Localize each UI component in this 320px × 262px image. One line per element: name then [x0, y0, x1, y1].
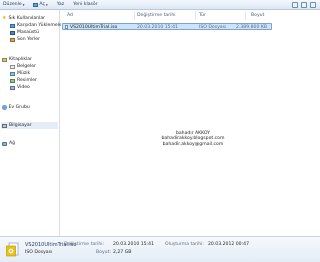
homegroup-icon: [2, 105, 7, 110]
videos-icon: [10, 85, 15, 90]
nav-recent-label: Son Yerler: [17, 37, 40, 42]
help-icon[interactable]: [310, 2, 316, 8]
nav-recent[interactable]: Son Yerler: [10, 37, 40, 42]
column-separator[interactable]: [134, 11, 135, 20]
open-label: Aç: [39, 2, 45, 7]
file-type: ISO Dosyası: [199, 24, 227, 30]
nav-videos[interactable]: Video: [10, 85, 30, 90]
computer-icon: [2, 123, 7, 128]
file-name: VS2010UltimTrial.iso: [70, 24, 118, 30]
column-separator[interactable]: [245, 11, 246, 20]
nav-computer[interactable]: Bilgisayar: [2, 123, 32, 128]
burn-button[interactable]: Yaz: [57, 2, 64, 7]
desktop-icon: [10, 30, 15, 35]
navigation-pane: ★ Sık Kullanılanlar Karşıdan Yüklemeler …: [0, 10, 64, 236]
view-options-icon[interactable]: [292, 2, 298, 8]
nav-pictures[interactable]: Resimler: [10, 78, 37, 83]
open-icon: [33, 2, 39, 7]
column-header-type[interactable]: Tür: [199, 13, 206, 18]
open-button[interactable]: Aç ▾: [33, 2, 48, 7]
nav-desktop[interactable]: Masaüstü: [10, 30, 39, 35]
nav-documents[interactable]: Belgeler: [10, 64, 36, 69]
details-modified-label: Değiştirme tarihi:: [64, 242, 105, 247]
command-bar: Düzenle ▾ Aç ▾ Yaz Yeni klasör: [0, 0, 320, 10]
nav-documents-label: Belgeler: [17, 64, 36, 69]
nav-desktop-label: Masaüstü: [17, 30, 40, 35]
nav-downloads[interactable]: Karşıdan Yüklemeler: [10, 23, 64, 28]
nav-music-label: Müzik: [17, 71, 31, 76]
nav-pictures-label: Resimler: [17, 78, 37, 83]
pictures-icon: [10, 78, 15, 83]
nav-libraries-label: Kitaplıklar: [9, 57, 33, 62]
details-file-type: ISO Dosyası: [25, 250, 53, 255]
chevron-down-icon: ▾: [46, 2, 48, 7]
iso-file-icon: [64, 24, 68, 29]
network-icon: [2, 141, 7, 146]
file-row[interactable]: VS2010UltimTrial.iso 20.03.2010 15:41 IS…: [62, 23, 272, 30]
column-header-date[interactable]: Değiştirme tarihi: [137, 13, 176, 18]
file-date: 20.03.2010 15:41: [137, 24, 179, 30]
file-size: 2.389.800 KB: [236, 24, 268, 30]
chevron-down-icon: ▾: [22, 2, 25, 7]
nav-homegroup[interactable]: Ev Grubu: [2, 105, 30, 110]
recent-places-icon: [10, 37, 15, 42]
watermark-email: bahadir.akkoy@gmail.com: [162, 141, 224, 147]
new-folder-label: Yeni klasör: [73, 2, 98, 7]
toolbar-right-icons: [292, 2, 316, 8]
details-created-value: 20.03.2012 00:47: [208, 242, 250, 247]
nav-favorites[interactable]: ★ Sık Kullanılanlar: [2, 15, 46, 22]
burn-label: Yaz: [56, 2, 65, 7]
nav-network[interactable]: Ağ: [2, 141, 15, 146]
documents-icon: [10, 64, 15, 69]
nav-network-label: Ağ: [9, 141, 16, 146]
iso-file-icon: [6, 242, 19, 257]
nav-videos-label: Video: [17, 85, 30, 90]
organize-menu[interactable]: Düzenle ▾: [3, 2, 24, 7]
watermark: bahadır AKKOY bahadirakkoy.blogspot.com …: [61, 131, 320, 147]
details-size-label: Boyut:: [96, 250, 111, 255]
file-list: Ad Değiştirme tarihi Tür Boyut VS2010Ult…: [61, 10, 320, 236]
column-header-name[interactable]: Ad: [67, 13, 73, 18]
downloads-folder-icon: [10, 23, 15, 28]
preview-pane-icon[interactable]: [301, 2, 307, 8]
details-pane: VS2010UltimTrial.iso ISO Dosyası Değişti…: [0, 236, 320, 262]
music-icon: [10, 71, 15, 76]
column-header-size[interactable]: Boyut: [251, 13, 264, 18]
nav-homegroup-label: Ev Grubu: [8, 105, 30, 110]
details-created-label: Oluşturma tarihi:: [165, 242, 204, 247]
nav-favorites-label: Sık Kullanılanlar: [8, 16, 46, 21]
new-folder-button[interactable]: Yeni klasör: [73, 2, 98, 7]
nav-computer-label: Bilgisayar: [9, 123, 32, 128]
libraries-icon: [2, 57, 7, 62]
nav-libraries[interactable]: Kitaplıklar: [2, 57, 32, 62]
organize-label: Düzenle: [3, 2, 22, 7]
column-separator[interactable]: [195, 11, 196, 20]
nav-music[interactable]: Müzik: [10, 71, 30, 76]
nav-downloads-label: Karşıdan Yüklemeler: [17, 23, 64, 28]
details-size-value: 2,27 GB: [113, 250, 132, 255]
details-modified-value: 20.03.2010 15:41: [113, 242, 155, 247]
star-icon: ★: [2, 15, 7, 21]
